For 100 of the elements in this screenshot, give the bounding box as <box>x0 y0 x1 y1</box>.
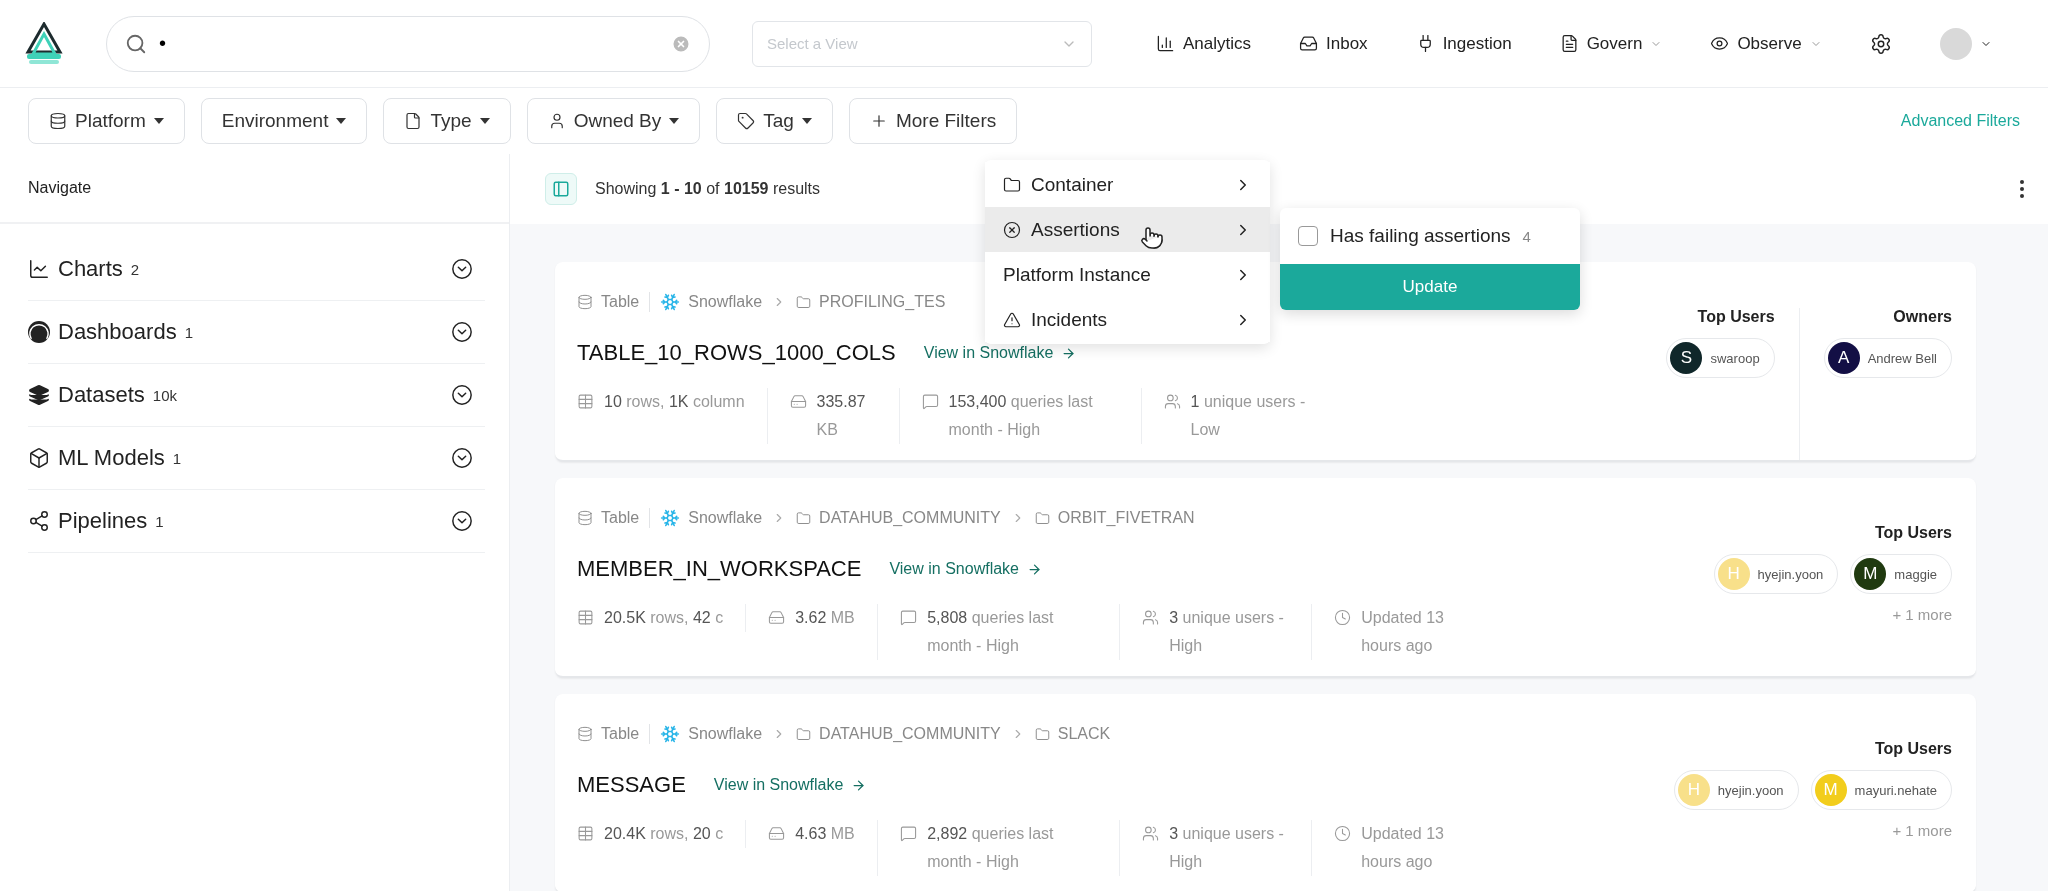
filter-button[interactable]: Environment <box>200 98 368 144</box>
results-summary: Showing 1 - 10 of 10159 results <box>595 180 821 198</box>
section-title: Owners <box>1893 308 1952 326</box>
user-avatar: H <box>1717 558 1750 590</box>
nav-link[interactable]: Ingestion <box>1415 33 1512 54</box>
sidebar-panel-icon <box>552 180 570 198</box>
user-name: Andrew Bell <box>1867 350 1937 366</box>
inbox-icon <box>1299 34 1319 53</box>
container-link[interactable]: SLACK <box>1034 725 1111 743</box>
eye-icon <box>1710 34 1730 53</box>
sidebar-item[interactable]: Dashboards <box>58 319 177 345</box>
folder-icon <box>1003 175 1021 194</box>
entity-type: Table <box>577 293 640 311</box>
bar-chart-icon <box>1156 34 1175 53</box>
section-title: Top Users <box>1874 740 1952 758</box>
expand-icon[interactable] <box>451 258 473 280</box>
snowflake-icon <box>660 508 681 528</box>
share-icon <box>28 510 50 532</box>
user-name: swaroop <box>1710 350 1760 366</box>
filter-button[interactable]: More Filters <box>848 98 1018 144</box>
warning-icon <box>1003 310 1021 329</box>
logo-icon[interactable] <box>24 21 64 66</box>
item-count: 2 <box>130 260 140 278</box>
user-avatar: M <box>1814 774 1847 806</box>
view-link[interactable]: View in Snowflake <box>889 560 1042 578</box>
option-count: 4 <box>1522 227 1531 245</box>
cube-icon <box>28 447 50 469</box>
stat-text: 1 unique users - Low <box>1190 392 1307 440</box>
database-icon <box>49 112 67 130</box>
sidebar-title: Navigate <box>0 154 509 224</box>
nav-link[interactable]: Observe <box>1710 33 1822 54</box>
clock-icon <box>1334 825 1352 842</box>
message-icon <box>900 609 918 626</box>
settings-icon[interactable] <box>1869 32 1892 55</box>
expand-icon[interactable] <box>451 321 473 343</box>
nav-link[interactable]: Inbox <box>1299 33 1368 54</box>
user-avatar: M <box>1854 558 1887 590</box>
snowflake-icon <box>660 292 681 312</box>
container-link[interactable]: ORBIT_FIVETRAN <box>1034 509 1195 527</box>
stat-text: 335.87 KB <box>816 392 867 440</box>
nav-link[interactable]: Analytics <box>1156 33 1252 54</box>
folder-icon <box>796 726 812 742</box>
container-link[interactable]: DATAHUB_COMMUNITY <box>796 725 1001 743</box>
platform-label: Snowflake <box>660 292 763 312</box>
filter-button[interactable]: Owned By <box>526 98 701 144</box>
entity-name[interactable]: MEMBER_IN_WORKSPACE <box>577 556 862 582</box>
avatar-icon <box>1939 27 1972 60</box>
section-title: Top Users <box>1697 308 1775 326</box>
filter-button[interactable]: Tag <box>716 98 833 144</box>
line-chart-icon <box>28 258 50 280</box>
menu-item[interactable]: Platform Instance <box>985 252 1270 297</box>
user-avatar: H <box>1677 774 1710 806</box>
sidebar-item[interactable]: ML Models <box>58 445 165 471</box>
checkbox[interactable] <box>1298 226 1318 246</box>
users-icon <box>1142 609 1160 626</box>
section-title: Top Users <box>1874 524 1952 542</box>
option-label[interactable]: Has failing assertions <box>1330 225 1511 247</box>
table-icon <box>577 609 594 626</box>
container-link[interactable]: PROFILING_TES <box>796 293 946 311</box>
view-link[interactable]: View in Snowflake <box>923 344 1077 362</box>
stat-text: 5,808 queries last month - High <box>927 608 1055 656</box>
filter-button[interactable]: Platform <box>28 98 185 144</box>
nav-link[interactable]: Govern <box>1559 33 1663 54</box>
filter-button[interactable]: Type <box>383 98 511 144</box>
user-avatar: S <box>1670 342 1703 374</box>
entity-name[interactable]: TABLE_10_ROWS_1000_COLS <box>577 340 896 366</box>
message-icon <box>900 825 918 842</box>
table-icon <box>577 825 594 842</box>
item-count: 10k <box>152 386 177 404</box>
stat-text: 3 unique users - High <box>1169 608 1285 656</box>
menu-item[interactable]: Container <box>985 162 1270 207</box>
folder-icon <box>796 510 812 526</box>
menu-item[interactable]: Assertions <box>985 207 1270 252</box>
database-icon <box>577 510 593 526</box>
expand-icon[interactable] <box>451 447 473 469</box>
pointer-cursor-icon <box>1140 226 1164 250</box>
expand-icon[interactable] <box>451 384 473 406</box>
search-icon <box>125 32 147 55</box>
panel-toggle-button[interactable] <box>545 173 577 205</box>
sidebar-item[interactable]: Pipelines <box>58 508 148 534</box>
expand-icon[interactable] <box>451 510 473 532</box>
search-input[interactable]: • <box>157 31 661 56</box>
tag-icon <box>737 112 756 130</box>
entity-name[interactable]: MESSAGE <box>577 772 686 798</box>
sidebar-item[interactable]: Charts <box>58 256 123 282</box>
item-count: 1 <box>184 323 193 341</box>
user-name: hyejin.yoon <box>1757 566 1824 582</box>
stat-text: 3.62 MB <box>795 608 856 628</box>
view-link[interactable]: View in Snowflake <box>713 776 867 794</box>
folder-icon <box>796 294 812 310</box>
folder-icon <box>1034 726 1050 742</box>
user-name: maggie <box>1894 566 1937 582</box>
more-options-button[interactable] <box>2020 180 2024 198</box>
database-icon <box>577 726 593 742</box>
arrow-right-icon <box>1061 345 1077 361</box>
menu-item[interactable]: Incidents <box>985 297 1270 342</box>
sidebar-item[interactable]: Datasets <box>58 382 145 408</box>
stat-text: Updated 13 hours ago <box>1361 608 1445 656</box>
users-icon <box>1142 825 1160 842</box>
container-link[interactable]: DATAHUB_COMMUNITY <box>796 509 1001 527</box>
